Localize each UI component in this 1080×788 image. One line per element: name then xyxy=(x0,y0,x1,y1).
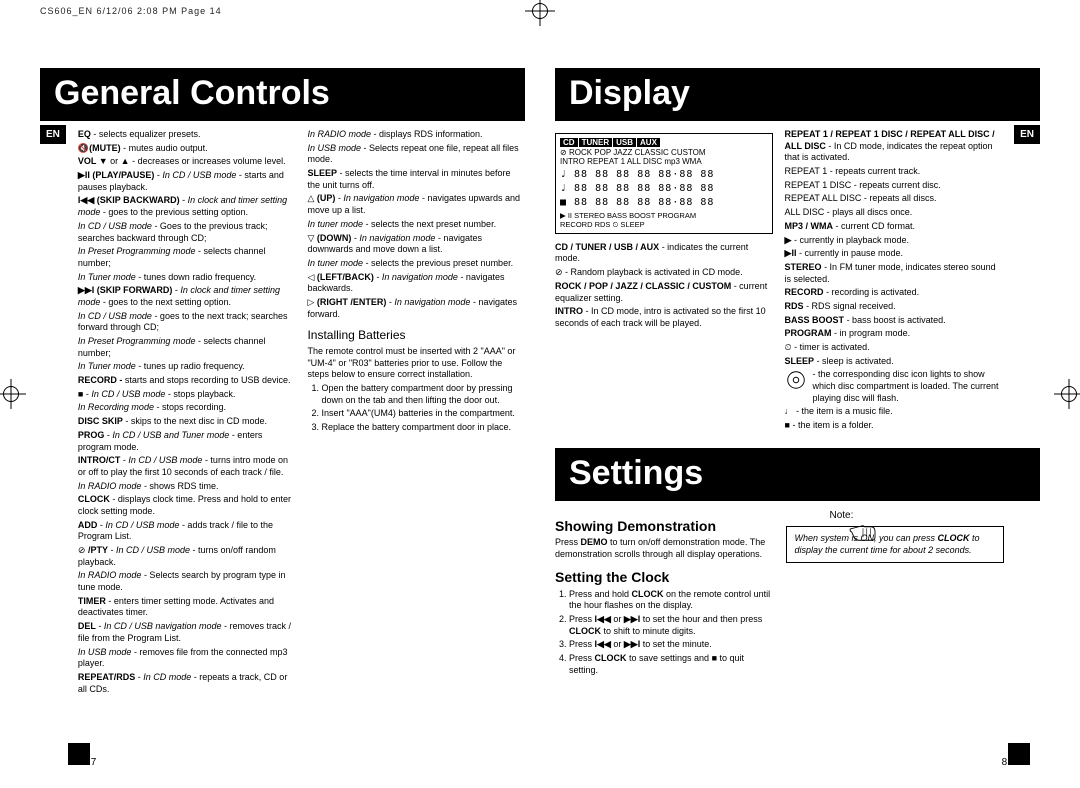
display-column-1: CDTUNERUSBAUX ⊘ ROCK POP JAZZ CLASSIC CU… xyxy=(555,129,773,434)
registration-mark-top xyxy=(529,0,551,22)
installing-batteries-heading: Installing Batteries xyxy=(307,328,525,344)
setting-clock-heading: Setting the Clock xyxy=(555,568,774,586)
installing-batteries-text: The remote control must be inserted with… xyxy=(307,346,525,381)
title-display: Display xyxy=(555,68,1040,121)
display-column-2: REPEAT 1 / REPEAT 1 DISC / REPEAT ALL DI… xyxy=(785,129,1003,434)
note-box: When system is ON, you can press CLOCK t… xyxy=(786,526,1005,563)
left-page: General Controls EN EQ - selects equaliz… xyxy=(40,68,525,768)
battery-step-3: Replace the battery compartment door in … xyxy=(321,422,525,434)
print-header: CS606_EN 6/12/06 2:08 PM Page 14 xyxy=(40,6,222,16)
registration-mark-right xyxy=(1058,383,1080,405)
settings-column-2: Note: When system is ON, you can press C… xyxy=(786,509,1005,679)
lcd-diagram: CDTUNERUSBAUX ⊘ ROCK POP JAZZ CLASSIC CU… xyxy=(555,133,773,234)
gc-column-1: EQ - selects equalizer presets. 🔇(MUTE) … xyxy=(78,129,296,697)
registration-mark-left xyxy=(0,383,22,405)
settings-column-1: Showing Demonstration Press DEMO to turn… xyxy=(555,509,774,679)
lang-tag-left: EN xyxy=(40,125,66,144)
lang-tag-right: EN xyxy=(1014,125,1040,144)
title-settings: Settings xyxy=(555,448,1040,501)
page-number-left: 7 xyxy=(70,743,96,768)
title-general-controls: General Controls xyxy=(40,68,525,121)
gc-column-2: In RADIO mode - displays RDS information… xyxy=(307,129,525,697)
battery-step-1: Open the battery compartment door by pre… xyxy=(321,383,525,406)
battery-step-2: Insert "AAA"(UM4) batteries in the compa… xyxy=(321,408,525,420)
page-number-right: 8 xyxy=(1002,743,1028,768)
showing-demonstration-heading: Showing Demonstration xyxy=(555,517,774,535)
disc-icon xyxy=(785,369,807,406)
manual-spread: CS606_EN 6/12/06 2:08 PM Page 14 General… xyxy=(0,0,1080,788)
right-page: Display CDTUNERUSBAUX ⊘ ROCK POP JAZZ CL… xyxy=(555,68,1040,768)
